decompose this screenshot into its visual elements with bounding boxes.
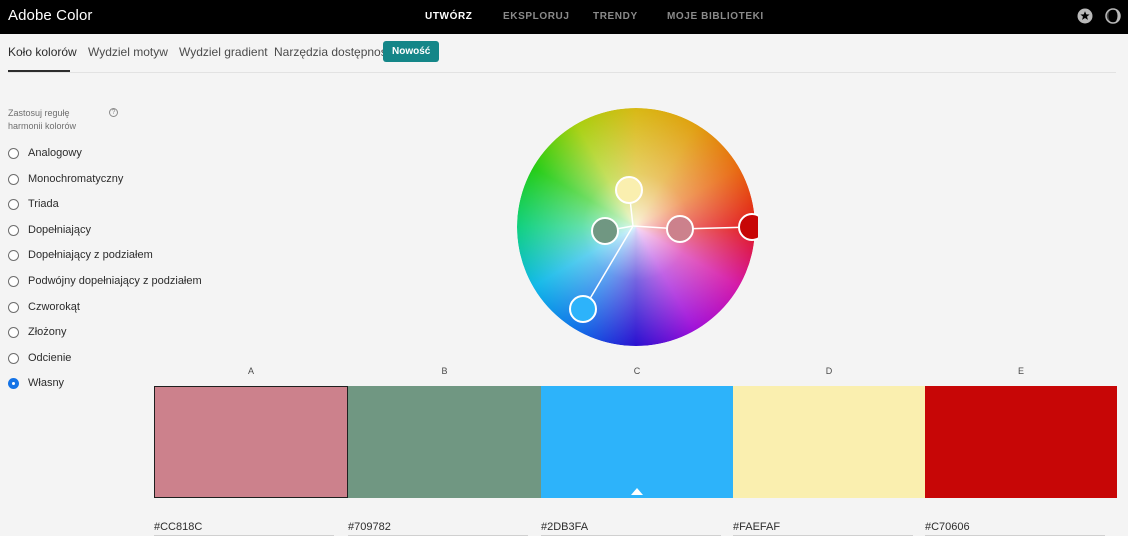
hex-input-d[interactable] [733, 518, 913, 536]
swatch-column-a: A [154, 366, 348, 536]
rule-label: Dopełniający [28, 223, 91, 236]
rule-label: Złożony [28, 326, 67, 339]
top-nav: UTWÓRZ EKSPLORUJ TRENDY MOJE BIBLIOTEKI [0, 0, 1128, 34]
swatch-b[interactable] [348, 386, 541, 498]
swatch-letter: C [633, 366, 641, 376]
rule-label: Podwójny dopełniający z podziałem [28, 274, 202, 287]
question-icon[interactable]: ? [109, 108, 118, 117]
new-badge[interactable]: Nowość [383, 41, 440, 62]
swatch-letter: D [825, 366, 833, 376]
selected-swatch-caret-icon [631, 488, 643, 495]
swatch-column-d: D [733, 366, 925, 536]
radio-button[interactable] [8, 301, 19, 313]
tab-extract-gradient[interactable]: Wydziel gradient [179, 45, 268, 59]
rule-label: Monochromatyczny [28, 172, 124, 185]
swatch-letter: A [247, 366, 254, 376]
dark-mode-icon[interactable] [1105, 8, 1121, 24]
nav-explore[interactable]: EKSPLORUJ [503, 11, 570, 22]
tab-accessibility-tools[interactable]: Narzędzia dostępności [274, 45, 395, 59]
radio-button[interactable] [8, 275, 19, 287]
swatch-column-b: B [348, 366, 541, 536]
nav-my-libraries[interactable]: MOJE BIBLIOTEKI [667, 11, 764, 22]
sub-tabs: Koło kolorów Wydziel motyw Wydziel gradi… [8, 34, 1116, 73]
rule-label: Analogowy [28, 147, 82, 159]
rule-label: Odcienie [28, 351, 72, 364]
hex-input-b[interactable] [348, 518, 528, 536]
swatch-c[interactable] [541, 386, 733, 498]
radio-button[interactable] [8, 148, 19, 159]
handle-a[interactable] [666, 215, 694, 243]
nav-create[interactable]: UTWÓRZ [425, 11, 472, 22]
swatch-a[interactable] [154, 386, 348, 498]
active-tab-indicator [8, 70, 70, 72]
handle-d[interactable] [615, 176, 643, 204]
hex-input-c[interactable] [541, 518, 721, 536]
rule-label: Dopełniający z podziałem [28, 249, 153, 262]
hex-input-e[interactable] [925, 518, 1105, 536]
harmony-rule-label: Zastosuj regułę harmonii kolorów [8, 108, 77, 131]
rule-label: Czworokąt [28, 300, 80, 313]
radio-button[interactable] [8, 224, 19, 236]
tab-extract-theme[interactable]: Wydziel motyw [88, 45, 168, 59]
wheel-hue-ring [517, 108, 755, 346]
star-icon[interactable] [1077, 8, 1093, 24]
swatch-letter: E [1017, 366, 1024, 376]
swatch-letter: B [441, 366, 448, 376]
top-bar: Adobe Color UTWÓRZ EKSPLORUJ TRENDY MOJE… [0, 0, 1128, 34]
radio-button[interactable] [8, 250, 19, 262]
swatch-e[interactable] [925, 386, 1117, 498]
rule-label: Własny [28, 377, 65, 390]
handle-c[interactable] [569, 295, 597, 323]
radio-button-checked[interactable] [8, 378, 19, 390]
rule-label: Triada [28, 198, 59, 211]
radio-button[interactable] [8, 327, 19, 339]
radio-button[interactable] [8, 199, 19, 211]
nav-trends[interactable]: TRENDY [593, 11, 638, 22]
color-wheel[interactable] [514, 107, 766, 347]
swatch-column-c: C [541, 366, 733, 536]
handle-b[interactable] [591, 217, 619, 245]
swatch-column-e: E [925, 366, 1117, 536]
radio-button[interactable] [8, 352, 19, 364]
hex-input-a[interactable] [154, 518, 334, 536]
handle-e[interactable] [738, 213, 766, 241]
tab-color-wheel[interactable]: Koło kolorów [8, 45, 77, 59]
swatch-d[interactable] [733, 386, 925, 498]
radio-button[interactable] [8, 173, 19, 185]
